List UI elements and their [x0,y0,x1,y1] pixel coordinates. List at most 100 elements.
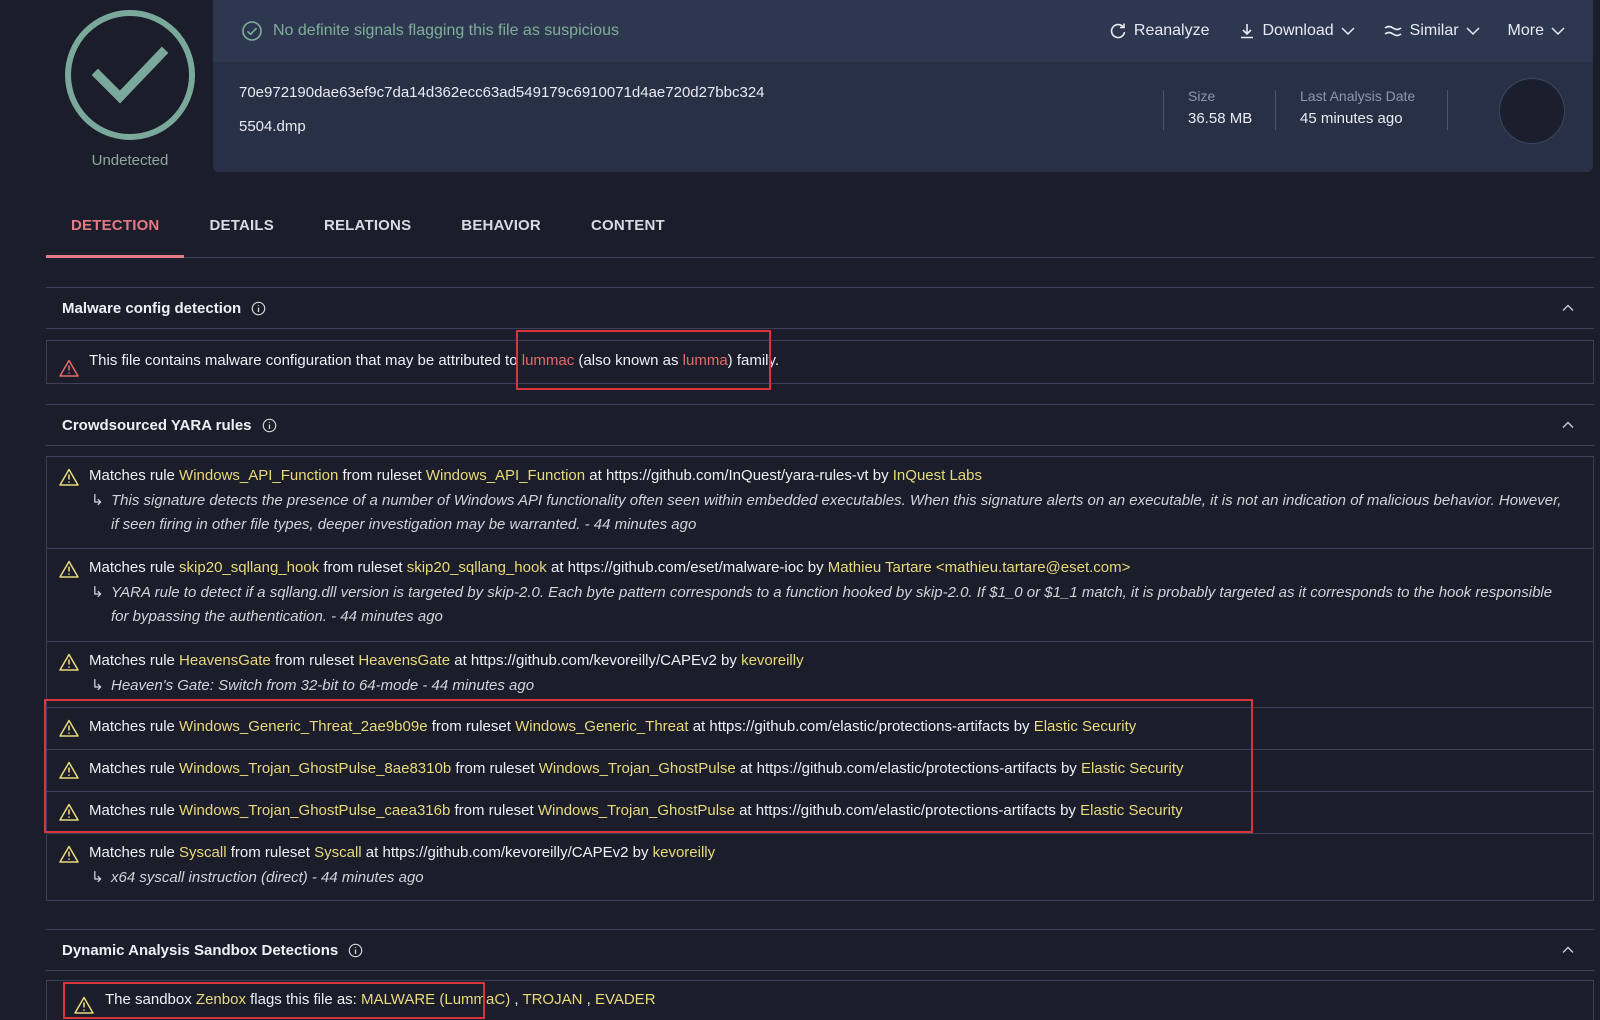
rule-link[interactable]: Windows_Trojan_GhostPulse_caea316b [179,802,450,819]
info-icon[interactable] [262,418,277,433]
info-icon[interactable] [251,301,266,316]
rule-source-url: https://github.com/kevoreilly/CAPEv2 [470,652,717,669]
warning-icon [59,468,79,490]
rule-description: ↳ x64 syscall instruction (direct) - 44 m… [89,866,1593,890]
rule-link[interactable]: HeavensGate [179,652,271,669]
ruleset-link[interactable]: Windows_Trojan_GhostPulse [538,802,735,819]
rule-link[interactable]: skip20_sqllang_hook [179,559,319,576]
rule-description: ↳ YARA rule to detect if a sqllang.dll ve… [89,581,1593,629]
author-link[interactable]: Elastic Security [1034,718,1137,735]
similar-icon [1383,23,1403,39]
rule-link[interactable]: Windows_Trojan_GhostPulse_8ae8310b [179,760,451,777]
verdict-badge: Undetected [60,10,200,180]
yara-rule-row: Matches rule Syscall from ruleset Syscal… [47,834,1593,900]
file-name: 5504.dmp [239,118,306,135]
warning-icon [59,845,79,867]
author-link[interactable]: kevoreilly [653,844,716,861]
from-text: from ruleset [274,652,355,669]
author-link[interactable]: InQuest Labs [893,467,982,484]
header-actions: Reanalyze Download Similar More [1109,22,1565,40]
ruleset-link[interactable]: Windows_API_Function [426,467,585,484]
family-suffix: ) family. [727,352,780,369]
tag-malware[interactable]: MALWARE (LummaC) [361,991,510,1008]
ruleset-link[interactable]: Windows_Trojan_GhostPulse [539,760,736,777]
rule-link[interactable]: Syscall [179,844,227,861]
author-link[interactable]: kevoreilly [741,652,804,669]
malware-config-row: This file contains malware configuration… [47,341,1593,383]
matches-text: Matches rule [89,718,175,735]
at-text: at [454,652,467,669]
at-text: at [739,802,752,819]
status-bar: No definite signals flagging this file a… [213,0,1593,62]
by-text: by [1013,718,1030,735]
sandbox-name-link[interactable]: Zenbox [196,991,246,1008]
yara-rule-row: Matches rule Windows_Trojan_GhostPulse_c… [47,792,1593,834]
ruleset-link[interactable]: HeavensGate [358,652,450,669]
ruleset-link[interactable]: Syscall [314,844,362,861]
author-link[interactable]: Elastic Security [1081,760,1184,777]
tab-behavior[interactable]: BEHAVIOR [436,200,566,258]
sandbox-middle: flags this file as: [250,991,357,1008]
tab-content[interactable]: CONTENT [566,200,690,258]
at-text: at [365,844,379,861]
by-text: by [632,844,649,861]
rule-source-url: https://github.com/elastic/protections-a… [709,718,1010,735]
ruleset-link[interactable]: skip20_sqllang_hook [407,559,547,576]
similar-button[interactable]: Similar [1383,22,1480,40]
by-text: by [872,467,889,484]
from-text: from ruleset [342,467,422,484]
rule-description-text: Heaven's Gate: Switch from 32-bit to 64-… [111,677,535,694]
file-header: No definite signals flagging this file a… [213,0,1593,172]
chevron-up-icon[interactable] [1562,421,1574,429]
ruleset-link[interactable]: Windows_Generic_Threat [515,718,688,735]
rule-link[interactable]: Windows_API_Function [179,467,338,484]
info-icon[interactable] [348,943,363,958]
yara-rule-row: Matches rule HeavensGate from ruleset He… [47,642,1593,708]
more-label: More [1507,22,1544,39]
author-link[interactable]: Elastic Security [1080,802,1183,819]
at-text: at [739,760,753,777]
chevron-up-icon[interactable] [1562,946,1574,954]
from-text: from ruleset [455,760,535,777]
chevron-down-icon [1551,26,1565,36]
rule-source-url: https://github.com/InQuest/yara-rules-vt [605,467,869,484]
matches-text: Matches rule [89,802,175,819]
tab-detection[interactable]: DETECTION [46,200,185,258]
warning-icon [59,761,79,783]
more-button[interactable]: More [1508,22,1565,40]
tab-bar: DETECTION DETAILS RELATIONS BEHAVIOR CON… [46,200,1594,258]
config-text: This file contains malware configuration… [89,352,518,369]
sandbox-box: The sandbox Zenbox flags this file as: M… [46,980,1594,1020]
sandbox-header[interactable]: Dynamic Analysis Sandbox Detections [46,929,1594,971]
chevron-up-icon[interactable] [1562,304,1574,312]
matches-text: Matches rule [89,559,175,576]
warning-icon [59,803,79,825]
tag-trojan[interactable]: TROJAN [522,991,582,1008]
author-link[interactable]: Mathieu Tartare <mathieu.tartare@eset.co… [828,559,1131,576]
yara-rule-row: Matches rule Windows_API_Function from r… [47,457,1593,549]
tab-relations[interactable]: RELATIONS [299,200,436,258]
stat-divider [1447,90,1448,130]
rule-link[interactable]: Windows_Generic_Threat_2ae9b09e [179,718,428,735]
rule-source-url: https://github.com/elastic/protections-a… [756,760,1057,777]
yara-rule-row: Matches rule skip20_sqllang_hook from ru… [47,549,1593,642]
tag-evader[interactable]: EVADER [595,991,656,1008]
malware-config-header[interactable]: Malware config detection [46,287,1594,329]
last-analysis-value: 45 minutes ago [1300,110,1403,127]
rule-description-text: x64 syscall instruction (direct) - 44 mi… [111,869,424,886]
reanalyze-label: Reanalyze [1133,22,1210,39]
section-title: Crowdsourced YARA rules [62,416,252,434]
matches-text: Matches rule [89,844,175,861]
family-link[interactable]: lummac [522,352,575,369]
tab-details[interactable]: DETAILS [184,200,298,258]
yara-header[interactable]: Crowdsourced YARA rules [46,404,1594,446]
download-button[interactable]: Download [1238,22,1355,40]
matches-text: Matches rule [89,652,175,669]
reanalyze-button[interactable]: Reanalyze [1109,22,1210,40]
from-text: from ruleset [323,559,403,576]
reply-arrow-icon: ↳ [91,677,104,694]
verdict-label: Undetected [91,152,169,169]
from-text: from ruleset [230,844,310,861]
alias-link[interactable]: lumma [683,352,728,369]
rule-description-text: YARA rule to detect if a sqllang.dll ver… [111,584,1553,625]
